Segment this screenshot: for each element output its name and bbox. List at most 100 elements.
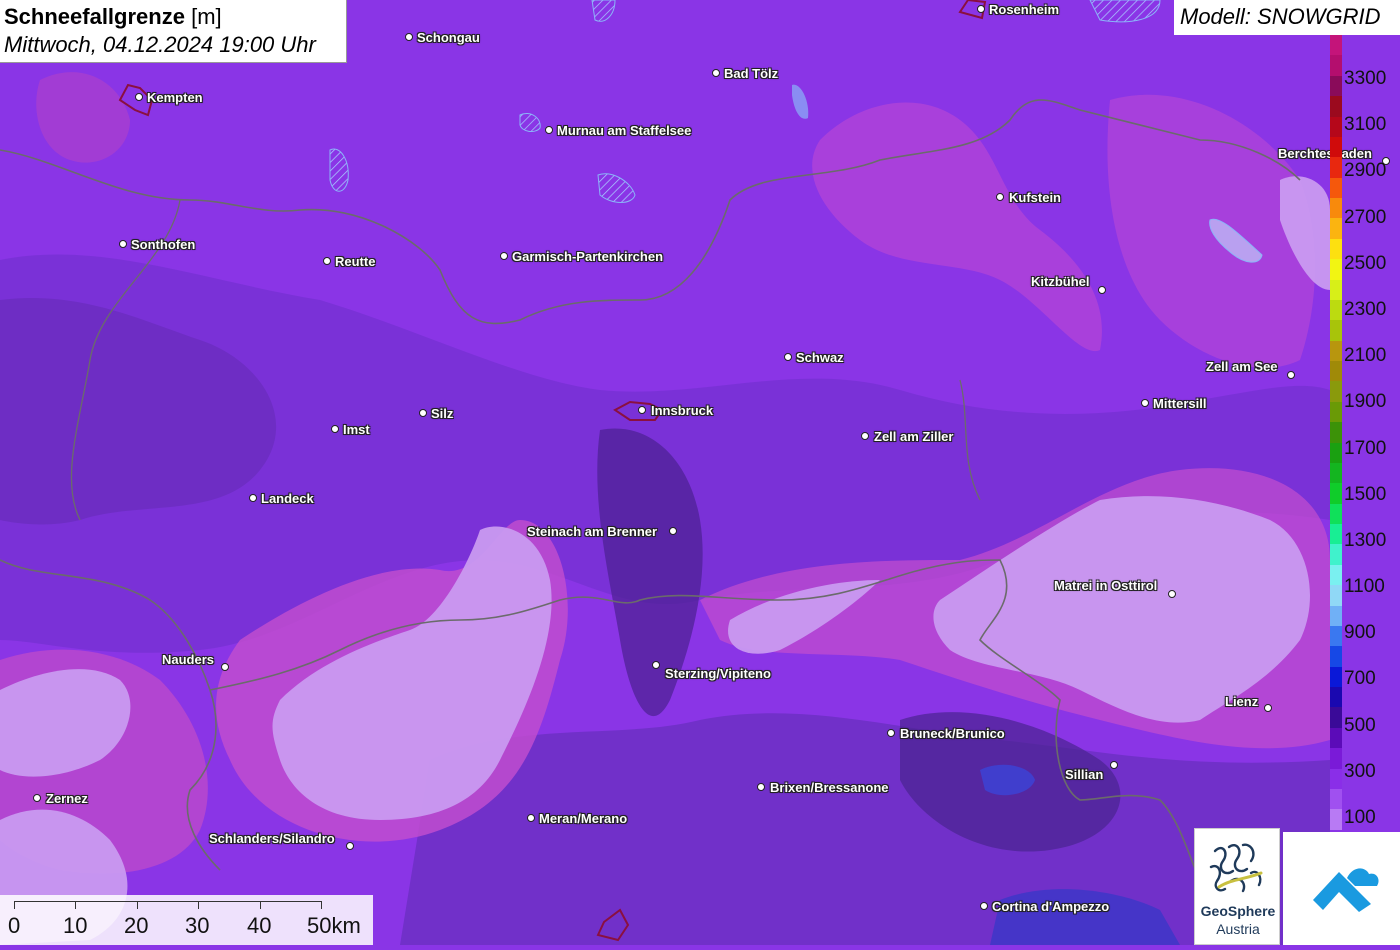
legend-color-step <box>1330 687 1342 708</box>
city-label: Matrei in Osttirol <box>1054 578 1158 593</box>
city-label: Bruneck/Brunico <box>900 726 1005 741</box>
city-label: Mittersill <box>1153 396 1207 411</box>
legend-label: 500 <box>1344 714 1376 736</box>
legend-color-step <box>1330 809 1342 830</box>
city-label: Brixen/Bressanone <box>770 780 889 795</box>
legend-color-step <box>1330 361 1342 382</box>
city-label: Bad Tölz <box>724 66 779 81</box>
city-label: Zernez <box>46 791 88 806</box>
legend-label: 900 <box>1344 622 1376 644</box>
scale-line <box>14 901 322 902</box>
legend-color-step <box>1330 564 1342 586</box>
city-dot <box>119 240 127 248</box>
city-dot <box>977 5 985 13</box>
city-dot <box>1287 371 1295 379</box>
legend-color-step <box>1330 381 1342 402</box>
legend-label: 1500 <box>1344 483 1387 505</box>
legend-color-step <box>1330 768 1342 789</box>
city-label: Sonthofen <box>131 237 196 252</box>
legend-label: 300 <box>1344 760 1376 782</box>
title-parameter: Schneefallgrenze <box>4 4 185 29</box>
color-legend-labels: 3300 3100 2900 2700 2500 2300 2100 1900 1700 1500… <box>1344 0 1400 830</box>
scale-tick <box>260 901 261 909</box>
city-label: Reutte <box>335 254 376 269</box>
city-label: Zell am Ziller <box>874 429 954 444</box>
legend-color-step <box>1330 157 1342 178</box>
city-dot <box>331 425 339 433</box>
city-dot <box>1098 286 1106 294</box>
legend-label: 2900 <box>1344 160 1387 182</box>
city-dot <box>757 783 765 791</box>
legend-color-step <box>1330 177 1342 198</box>
mountain-cloud-icon <box>1313 868 1379 912</box>
legend-label: 3100 <box>1344 114 1387 136</box>
legend-label: 2500 <box>1344 252 1387 274</box>
city-dot <box>1264 704 1272 712</box>
legend-color-step <box>1330 75 1342 97</box>
legend-color-step <box>1330 198 1342 219</box>
legend-color-step <box>1330 524 1342 545</box>
scale-label: 30 <box>185 913 210 938</box>
map-title-box: Schneefallgrenze [m] Mittwoch, 04.12.202… <box>0 0 347 63</box>
legend-color-step <box>1330 646 1342 667</box>
city-dot <box>419 409 427 417</box>
legend-color-step <box>1330 625 1342 647</box>
legend-color-step <box>1330 218 1342 239</box>
snowfall-line-map <box>0 0 1400 945</box>
scale-label: 50km <box>307 913 361 938</box>
legend-color-step <box>1330 483 1342 504</box>
city-dot <box>33 794 41 802</box>
legend-color-step <box>1330 320 1342 341</box>
city-label: Zell am See <box>1206 359 1278 374</box>
city-label: Sillian <box>1065 767 1104 782</box>
app-logo[interactable] <box>1283 832 1400 945</box>
city-dot <box>1110 761 1118 769</box>
city-dot <box>545 126 553 134</box>
legend-label: 1900 <box>1344 391 1387 413</box>
scale-bar: 0 10 20 30 40 50km <box>0 895 373 945</box>
legend-label: 100 <box>1344 807 1376 828</box>
city-label: Landeck <box>261 491 314 506</box>
city-dot <box>638 406 646 414</box>
city-dot <box>669 527 677 535</box>
title-unit: [m] <box>191 4 222 29</box>
scale-tick <box>75 901 76 909</box>
legend-color-step <box>1330 136 1342 158</box>
legend-color-step <box>1330 707 1342 728</box>
legend-color-step <box>1330 666 1342 687</box>
legend-label: 2100 <box>1344 345 1387 367</box>
scale-label: 20 <box>124 913 149 938</box>
city-label: Silz <box>431 406 454 421</box>
city-label: Rosenheim <box>989 2 1060 17</box>
legend-color-step <box>1330 259 1342 280</box>
legend-color-step <box>1330 340 1342 361</box>
legend-label: 2300 <box>1344 298 1387 320</box>
legend-label: 2700 <box>1344 206 1387 228</box>
scale-tick <box>137 901 138 909</box>
color-legend-bar <box>1330 35 1342 830</box>
legend-label: 1100 <box>1344 576 1385 598</box>
city-label: Kufstein <box>1009 190 1061 205</box>
legend-color-step <box>1330 238 1342 260</box>
legend-color-step <box>1330 585 1342 606</box>
legend-color-step <box>1330 442 1342 463</box>
legend-label: 1300 <box>1344 529 1387 551</box>
city-dot <box>861 432 869 440</box>
city-dot <box>249 494 257 502</box>
scale-label: 40 <box>247 913 272 938</box>
city-label: Innsbruck <box>651 403 714 418</box>
geosphere-logo[interactable]: GeoSphere Austria <box>1194 828 1280 945</box>
legend-label: 3300 <box>1344 68 1387 89</box>
legend-color-step <box>1330 55 1342 76</box>
city-label: Kitzbühel <box>1031 274 1090 289</box>
city-dot <box>405 33 413 41</box>
city-dot <box>346 842 354 850</box>
legend-color-step <box>1330 788 1342 810</box>
city-dot <box>1141 399 1149 407</box>
city-dot <box>652 661 660 669</box>
city-label: Schwaz <box>796 350 844 365</box>
city-dot <box>712 69 720 77</box>
city-dot <box>500 252 508 260</box>
geosphere-name: GeoSphere <box>1200 903 1276 919</box>
legend-color-step <box>1330 544 1342 565</box>
